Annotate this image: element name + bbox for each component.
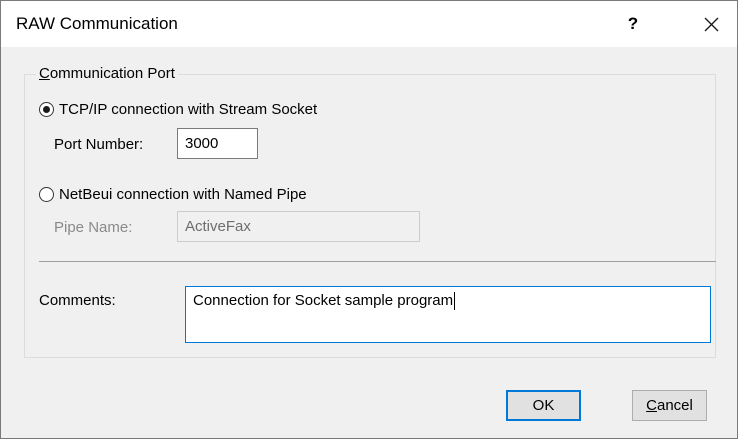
communication-port-group-label: Communication Port	[36, 65, 178, 82]
comments-value: Connection for Socket sample program	[193, 292, 454, 309]
title-bar: RAW Communication ?	[1, 1, 737, 47]
cancel-button[interactable]: Cancel	[632, 390, 707, 421]
pipe-name-input[interactable]: ActiveFax	[177, 211, 420, 242]
raw-communication-dialog: RAW Communication ? Communication Port T…	[0, 0, 738, 439]
group-label-rest: ommunication Port	[49, 65, 175, 82]
comments-input[interactable]: Connection for Socket sample program	[185, 286, 711, 343]
group-separator	[39, 261, 716, 262]
netbeui-radio-label: NetBeui connection with Named Pipe	[59, 186, 307, 203]
cancel-button-label: Cancel	[646, 397, 693, 414]
netbeui-radio[interactable]	[39, 187, 54, 202]
netbeui-radio-option[interactable]: NetBeui connection with Named Pipe	[39, 186, 307, 203]
tcp-ip-radio-label: TCP/IP connection with Stream Socket	[59, 101, 318, 118]
comments-label: Comments:	[39, 292, 116, 309]
close-button[interactable]	[689, 9, 733, 39]
ok-button-label: OK	[532, 397, 555, 414]
ok-button[interactable]: OK	[506, 390, 581, 421]
help-button[interactable]: ?	[613, 10, 653, 38]
close-icon	[704, 17, 719, 32]
text-caret	[454, 292, 456, 310]
dialog-title: RAW Communication	[16, 14, 178, 33]
tcp-ip-radio-option[interactable]: TCP/IP connection with Stream Socket	[39, 101, 317, 118]
tcp-ip-radio[interactable]	[39, 102, 54, 117]
port-number-value: 3000	[185, 135, 219, 152]
pipe-name-value: ActiveFax	[185, 218, 251, 235]
help-icon: ?	[627, 14, 639, 33]
radio-selected-dot	[43, 106, 50, 113]
pipe-name-label: Pipe Name:	[54, 219, 133, 236]
port-number-label: Port Number:	[54, 136, 144, 153]
port-number-input[interactable]: 3000	[177, 128, 258, 159]
